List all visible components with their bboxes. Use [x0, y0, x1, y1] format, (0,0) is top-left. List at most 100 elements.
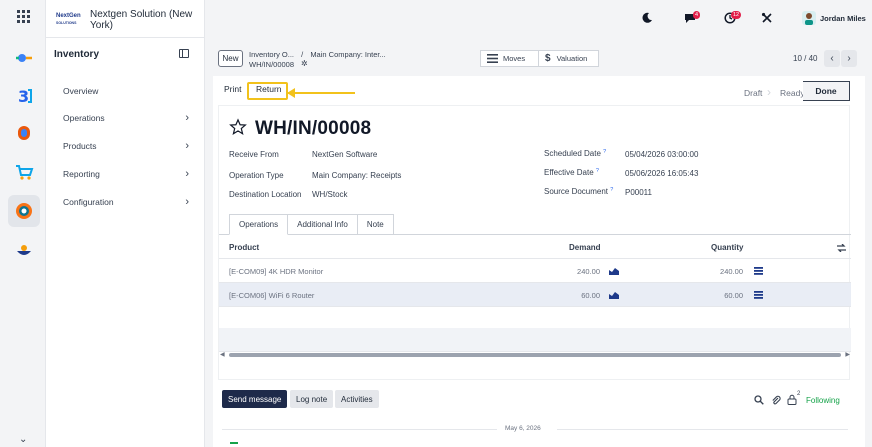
date-separator: May 6, 2026	[505, 425, 541, 432]
operation-type-field[interactable]: Main Company: Receipts	[312, 171, 401, 180]
product-cell[interactable]: [E-COM09] 4K HDR Monitor	[229, 267, 323, 276]
sidebar-item-operations[interactable]: Operations ›	[63, 111, 189, 125]
scrollbar-thumb[interactable]	[229, 353, 841, 357]
followers-count: 2	[797, 391, 801, 397]
app-icon-6[interactable]	[8, 234, 40, 266]
cart-app-icon[interactable]	[8, 156, 40, 188]
source-document-field[interactable]: P00011	[625, 188, 652, 197]
breadcrumb: Inventory O... / Main Company: Inter...	[249, 50, 386, 59]
details-list-icon[interactable]	[754, 291, 763, 299]
effective-date-field[interactable]: 05/06/2026 16:05:43	[625, 169, 698, 178]
sidebar-item-label: Reporting	[63, 169, 100, 179]
tools-icon[interactable]	[761, 12, 773, 24]
chevron-right-icon: ›	[185, 196, 189, 208]
source-document-label: Source Document ?	[544, 187, 614, 196]
send-message-button[interactable]: Send message	[222, 390, 288, 408]
chevron-right-icon: ›	[185, 140, 189, 152]
messages-badge: 4	[693, 11, 701, 19]
paperclip-icon[interactable]	[771, 395, 781, 405]
destination-location-label: Destination Location	[229, 190, 302, 199]
column-demand[interactable]: Demand	[569, 243, 601, 252]
table-row[interactable]: [E-COM09] 4K HDR Monitor 240.00 240.00	[219, 259, 851, 283]
pager-next-button[interactable]: ›	[841, 50, 857, 67]
chatter: Send message Log note Activities 2 Follo…	[218, 386, 850, 414]
new-button[interactable]: New	[218, 50, 243, 67]
forecast-chart-icon[interactable]	[609, 267, 619, 275]
app-icon-2[interactable]: 3	[8, 80, 40, 112]
user-name[interactable]: Jordan Miles	[820, 14, 866, 23]
scheduled-date-label: Scheduled Date ?	[544, 149, 607, 158]
top-bar: 4 12 Jordan Miles	[205, 0, 872, 38]
sidebar: NextGen SOLUTIONS Nextgen Solution (New …	[46, 0, 205, 447]
column-quantity[interactable]: Quantity	[711, 243, 743, 252]
demand-cell[interactable]: 240.00	[540, 267, 600, 276]
chevron-down-icon[interactable]: ⌄	[19, 434, 27, 445]
quantity-cell[interactable]: 240.00	[683, 267, 743, 276]
pager-previous-button[interactable]: ‹	[824, 50, 840, 67]
tab-operations[interactable]: Operations	[229, 214, 289, 235]
valuation-button[interactable]: $ Valuation	[538, 50, 599, 67]
valuation-label: Valuation	[556, 54, 588, 63]
tab-note[interactable]: Note	[357, 214, 394, 235]
forecast-chart-icon[interactable]	[609, 291, 619, 299]
scroll-right-icon[interactable]: ▶	[845, 351, 850, 358]
moves-button[interactable]: Moves	[480, 50, 539, 67]
control-panel: New Inventory O... / Main Company: Inter…	[213, 44, 865, 74]
apps-grid-icon[interactable]	[17, 10, 30, 23]
destination-location-field[interactable]: WH/Stock	[312, 190, 348, 199]
following-button[interactable]: Following	[806, 396, 840, 405]
product-cell[interactable]: [E-COM06] WiFi 6 Router	[229, 291, 314, 300]
svg-text:3: 3	[18, 87, 29, 106]
stage-divider: ›	[767, 85, 771, 99]
star-icon[interactable]	[229, 118, 247, 136]
breadcrumb-inventory-overview[interactable]: Inventory O...	[249, 50, 294, 59]
activities-button[interactable]: Activities	[335, 390, 379, 408]
sidebar-toggle-icon[interactable]	[179, 49, 189, 58]
scroll-left-icon[interactable]: ◀	[220, 351, 225, 358]
stage-draft[interactable]: Draft	[744, 88, 762, 98]
inventory-app-icon[interactable]	[8, 195, 40, 227]
pager-value[interactable]: 10 / 40	[793, 54, 817, 63]
demand-cell[interactable]: 60.00	[540, 291, 600, 300]
app-icon-3[interactable]	[8, 117, 40, 149]
receive-from-field[interactable]: NextGen Software	[312, 150, 377, 159]
sidebar-title: Inventory	[54, 49, 100, 60]
scheduled-date-field[interactable]: 05/04/2026 03:00:00	[625, 150, 698, 159]
followers-lock-icon[interactable]	[787, 394, 797, 405]
details-list-icon[interactable]	[754, 267, 763, 275]
dark-mode-icon[interactable]	[641, 12, 653, 24]
horizontal-scrollbar[interactable]: ◀ ▶	[219, 351, 851, 359]
app-icon-1[interactable]	[8, 42, 40, 74]
chevron-right-icon: ›	[185, 112, 189, 124]
sidebar-item-products[interactable]: Products ›	[63, 139, 189, 153]
table-row[interactable]: [E-COM06] WiFi 6 Router 60.00 60.00	[219, 283, 851, 307]
column-product[interactable]: Product	[229, 243, 259, 252]
stage-ready[interactable]: Ready	[780, 88, 805, 98]
sidebar-item-reporting[interactable]: Reporting ›	[63, 167, 189, 181]
empty-row	[219, 328, 851, 352]
tab-additional-info[interactable]: Additional Info	[288, 214, 358, 235]
search-icon[interactable]	[754, 395, 764, 405]
sidebar-item-overview[interactable]: Overview	[63, 84, 189, 98]
stage-done[interactable]: Done	[803, 81, 850, 101]
table-header: Product Demand Quantity	[219, 236, 851, 259]
dollar-icon: $	[545, 53, 551, 64]
list-icon	[487, 54, 498, 63]
company-logo: NextGen SOLUTIONS	[56, 13, 81, 25]
breadcrumb-receipts[interactable]: Main Company: Inter...	[310, 50, 385, 59]
avatar[interactable]	[802, 11, 816, 25]
log-note-button[interactable]: Log note	[290, 390, 334, 408]
company-switcher[interactable]: NextGen SOLUTIONS Nextgen Solution (New …	[46, 0, 205, 38]
quantity-cell[interactable]: 60.00	[683, 291, 743, 300]
activities-badge: 12	[731, 11, 742, 19]
gear-icon[interactable]: ✲	[301, 59, 308, 68]
print-button[interactable]: Print	[224, 84, 241, 94]
return-button[interactable]: Return	[256, 84, 282, 94]
sidebar-item-label: Configuration	[63, 197, 114, 207]
page-title: WH/IN/00008	[255, 118, 372, 139]
date-divider	[222, 429, 497, 430]
sidebar-item-label: Products	[63, 141, 97, 151]
sidebar-item-configuration[interactable]: Configuration ›	[63, 195, 189, 209]
column-settings-icon[interactable]	[837, 244, 846, 252]
operation-type-label: Operation Type	[229, 171, 284, 180]
